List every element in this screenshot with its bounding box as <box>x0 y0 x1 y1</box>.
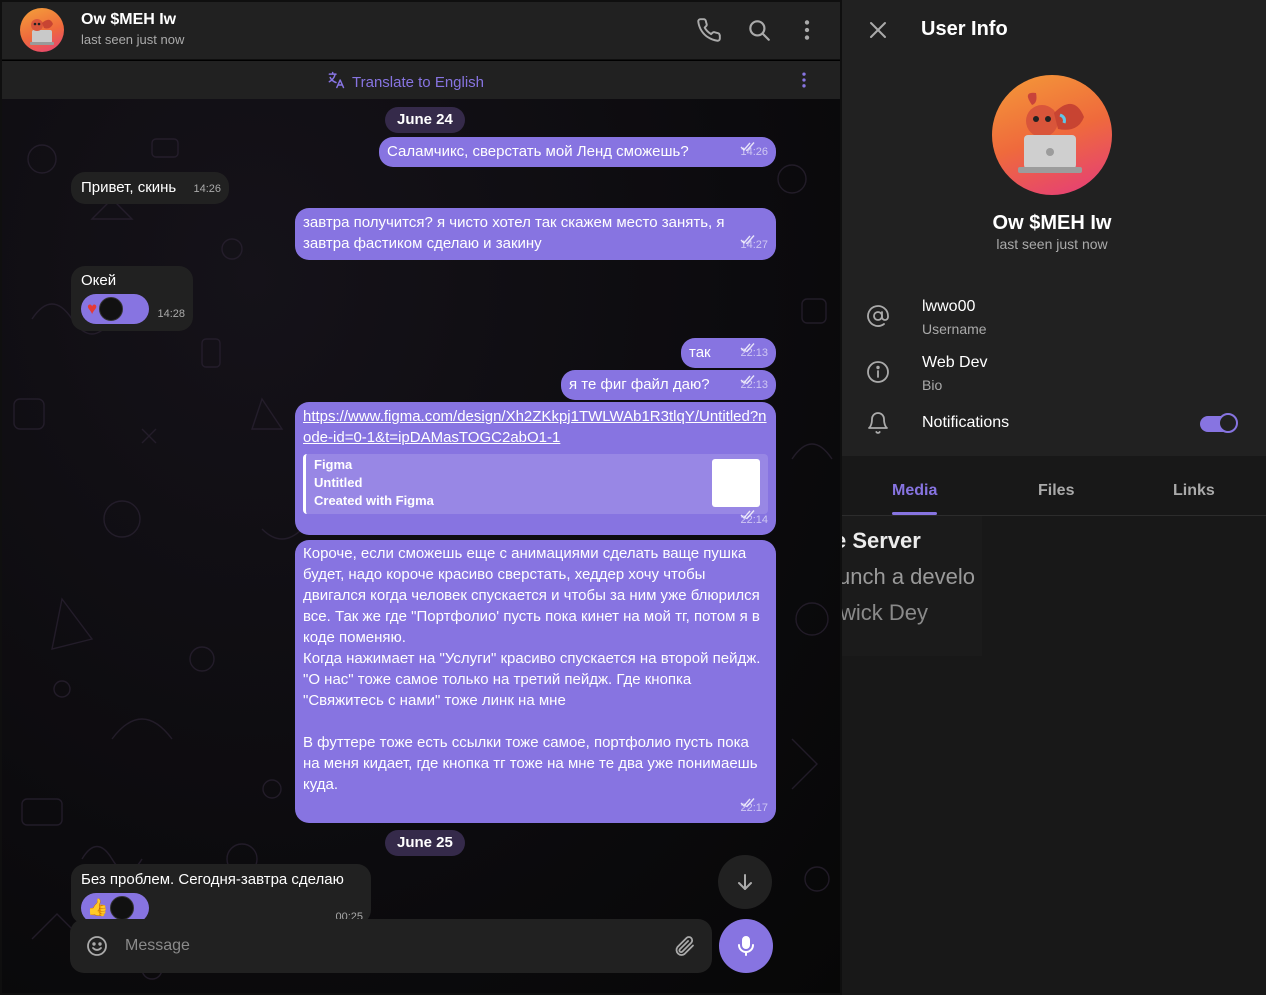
notifications-label: Notifications <box>922 414 1010 431</box>
translate-bar: Translate to English <box>2 61 840 99</box>
message-bubble-outgoing[interactable]: я те фиг файл даю? 22:13 <box>561 370 776 400</box>
preview-thumbnail <box>712 459 760 507</box>
message-time: 22:17 <box>740 798 768 819</box>
emoji-icon[interactable] <box>85 934 109 958</box>
translate-icon <box>326 70 346 94</box>
date-chip: June 25 <box>385 830 465 856</box>
notifications-row[interactable]: Notifications <box>842 399 1266 449</box>
tab-media[interactable]: Media <box>892 482 937 500</box>
message-time: 22:13 <box>740 375 768 396</box>
message-time: 22:14 <box>740 510 768 531</box>
active-tab-indicator <box>892 512 937 515</box>
chat-status: last seen just now <box>81 32 185 47</box>
bio-value: Web Dev <box>922 354 988 371</box>
preview-description: Created with Figma <box>314 493 434 508</box>
message-bubble-incoming[interactable]: Привет, скинь 14:26 <box>71 172 229 204</box>
bell-icon <box>866 411 890 435</box>
message-text: Саламчикс, сверстать мой Ленд сможешь? <box>387 143 689 160</box>
more-vertical-icon[interactable] <box>794 17 820 43</box>
message-text: Окей <box>81 272 117 289</box>
message-time: 14:26 <box>193 183 221 195</box>
double-check-icon <box>740 142 755 152</box>
preview-site: Figma <box>314 457 353 472</box>
profile-section: User Info Ow $MEH Iw last seen just now … <box>842 0 1266 456</box>
info-icon <box>866 360 890 384</box>
chat-title: Ow $MEH Iw <box>81 11 177 28</box>
translate-label: Translate to English <box>352 73 485 91</box>
preview-title: Untitled <box>314 475 363 490</box>
notifications-toggle[interactable] <box>1200 413 1238 433</box>
scroll-down-button[interactable] <box>718 855 772 909</box>
message-text: Без проблем. Сегодня-завтра сделаю <box>81 871 344 888</box>
message-bubble-outgoing[interactable]: Короче, если сможешь еще с анимациями сд… <box>295 540 776 823</box>
tab-links[interactable]: Links <box>1173 482 1215 500</box>
message-bubble-outgoing[interactable]: Саламчикс, сверстать мой Ленд сможешь? 1… <box>379 137 776 167</box>
microphone-icon <box>738 936 754 956</box>
chat-header[interactable]: Ow $MEH Iw last seen just now <box>2 2 840 60</box>
profile-status: last seen just now <box>996 236 1108 252</box>
message-time: 14:28 <box>157 308 185 320</box>
figma-link[interactable]: https://www.figma.com/design/Xh2ZKkpj1TW… <box>303 408 767 446</box>
message-bubble-incoming[interactable]: Окей ♥ 14:28 <box>71 266 193 331</box>
thumbs-up-reaction-icon: 👍 <box>87 898 109 917</box>
media-tabs: Media Files Links <box>842 468 1266 516</box>
chat-wallpaper: June 24 Саламчикс, сверстать мой Ленд см… <box>2 99 840 993</box>
reactor-avatar <box>99 297 124 321</box>
message-bubble-outgoing[interactable]: https://www.figma.com/design/Xh2ZKkpj1TW… <box>295 402 776 535</box>
message-time: 22:13 <box>740 343 768 364</box>
message-time: 14:26 <box>740 142 768 163</box>
thumbnail-text: e Server <box>842 528 921 553</box>
chat-panel: Ow $MEH Iw last seen just now Translate … <box>2 2 840 993</box>
at-sign-icon <box>866 304 890 328</box>
media-thumbnail[interactable]: e Server unch a develo wick Dey <box>842 516 982 656</box>
toggle-knob <box>1218 413 1238 433</box>
message-bubble-outgoing[interactable]: так 22:13 <box>681 338 776 368</box>
username-label: Username <box>922 321 987 337</box>
double-check-icon <box>740 343 755 353</box>
message-text: Привет, скинь <box>81 179 177 196</box>
message-bubble-incoming[interactable]: Без проблем. Сегодня-завтра сделаю 👍 00:… <box>71 864 371 924</box>
username-value: lwwo00 <box>922 298 976 315</box>
message-paragraph: Короче, если сможешь еще с анимациями сд… <box>303 545 760 646</box>
voice-record-button[interactable] <box>719 919 773 973</box>
heart-reaction-icon: ♥ <box>87 299 98 318</box>
double-check-icon <box>740 375 755 385</box>
message-text: я те фиг файл даю? <box>569 376 710 393</box>
reaction-chip[interactable]: ♥ <box>81 294 149 324</box>
attach-icon[interactable] <box>672 934 696 958</box>
link-preview[interactable]: Figma Untitled Created with Figma <box>303 454 768 514</box>
message-paragraph: "О нас" тоже самое только на третий пейд… <box>303 671 692 709</box>
message-bubble-outgoing[interactable]: завтра получится? я чисто хотел так скаж… <box>295 208 776 260</box>
message-paragraph: Когда нажимает на "Услуги" красиво спуск… <box>303 650 761 667</box>
thumbnail-text: wick Dey <box>842 600 929 625</box>
message-time: 14:27 <box>740 235 768 256</box>
thumbnail-text: unch a develo <box>842 564 975 589</box>
message-text: так <box>689 344 711 361</box>
chat-avatar[interactable] <box>20 8 64 52</box>
tab-files[interactable]: Files <box>1038 482 1074 500</box>
reactor-avatar <box>110 896 135 920</box>
translate-button[interactable]: Translate to English <box>326 70 484 94</box>
phone-icon[interactable] <box>696 17 722 43</box>
translate-more-icon[interactable] <box>794 70 814 90</box>
message-input[interactable] <box>125 919 665 973</box>
message-text: завтра получится? я чисто хотел так скаж… <box>303 214 725 252</box>
search-icon[interactable] <box>746 17 772 43</box>
double-check-icon <box>740 798 755 808</box>
bio-row[interactable]: Web Dev Bio <box>842 350 1266 400</box>
double-check-icon <box>740 510 755 520</box>
user-info-panel: User Info Ow $MEH Iw last seen just now … <box>842 0 1266 995</box>
message-paragraph: В футтере тоже есть ссылки тоже самое, п… <box>303 734 758 793</box>
profile-avatar[interactable] <box>992 75 1112 195</box>
username-row[interactable]: lwwo00 Username <box>842 294 1266 344</box>
double-check-icon <box>740 235 755 245</box>
close-icon[interactable] <box>866 18 890 42</box>
panel-title: User Info <box>921 18 1008 40</box>
message-composer <box>70 919 712 973</box>
profile-name: Ow $MEH Iw <box>992 212 1112 234</box>
arrow-down-icon <box>738 874 752 890</box>
date-chip: June 24 <box>385 107 465 133</box>
bio-label: Bio <box>922 377 943 393</box>
